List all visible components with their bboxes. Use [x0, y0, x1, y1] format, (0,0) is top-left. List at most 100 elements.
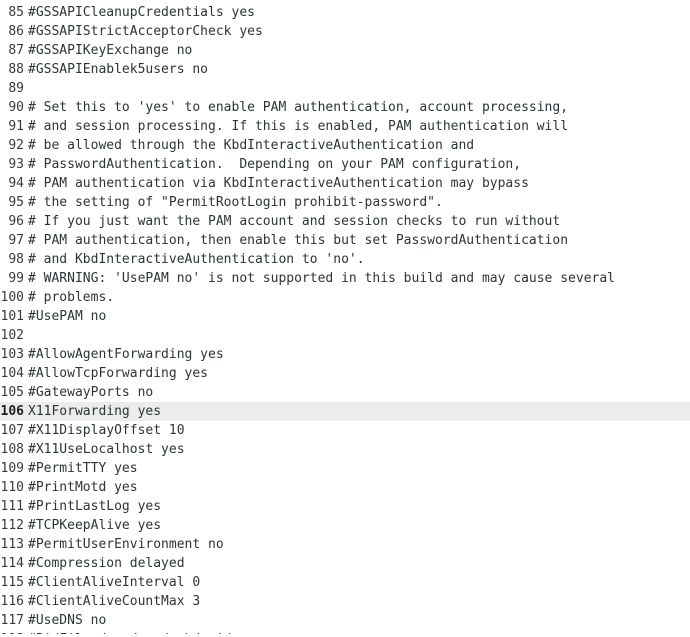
editor-line[interactable]: 115 #ClientAliveInterval 0 — [0, 573, 690, 592]
line-number: 101 — [0, 309, 24, 324]
line-text[interactable]: # and KbdInteractiveAuthentication to 'n… — [24, 250, 690, 269]
editor-line[interactable]: 102 — [0, 326, 690, 345]
editor-line[interactable]: 114 #Compression delayed — [0, 554, 690, 573]
line-text[interactable]: #PrintLastLog yes — [24, 497, 690, 516]
editor-line[interactable]: 110 #PrintMotd yes — [0, 478, 690, 497]
line-text[interactable]: #X11UseLocalhost yes — [24, 440, 690, 459]
line-text[interactable]: #X11DisplayOffset 10 — [24, 421, 690, 440]
line-number: 90 — [8, 100, 24, 115]
editor-line[interactable]: 111 #PrintLastLog yes — [0, 497, 690, 516]
line-number: 111 — [0, 499, 24, 514]
line-text[interactable]: # be allowed through the KbdInteractiveA… — [24, 136, 690, 155]
editor-line[interactable]: 94 # PAM authentication via KbdInteractiv… — [0, 174, 690, 193]
line-number: 87 — [8, 43, 24, 58]
line-number: 114 — [0, 556, 24, 571]
editor-line[interactable]: 93 # PasswordAuthentication. Depending on… — [0, 155, 690, 174]
line-number: 117 — [0, 613, 24, 628]
line-text[interactable]: #GSSAPIStrictAcceptorCheck yes — [24, 22, 690, 41]
line-text[interactable]: X11Forwarding yes — [24, 402, 690, 421]
editor-line[interactable]: 87 #GSSAPIKeyExchange no — [0, 41, 690, 60]
editor-line[interactable]: 109 #PermitTTY yes — [0, 459, 690, 478]
line-number: 85 — [8, 5, 24, 20]
line-text[interactable]: #GSSAPIEnablek5users no — [24, 60, 690, 79]
line-text[interactable]: #ClientAliveCountMax 3 — [24, 592, 690, 611]
editor-line[interactable]: 95 # the setting of "PermitRootLogin proh… — [0, 193, 690, 212]
line-number: 103 — [0, 347, 24, 362]
line-number: 106 — [0, 404, 24, 419]
line-text[interactable]: # and session processing. If this is ena… — [24, 117, 690, 136]
editor-line[interactable]: 86 #GSSAPIStrictAcceptorCheck yes — [0, 22, 690, 41]
line-number: 95 — [8, 195, 24, 210]
editor-line[interactable]: 97 # PAM authentication, then enable this… — [0, 231, 690, 250]
line-text[interactable] — [24, 79, 690, 98]
line-number: 86 — [8, 24, 24, 39]
line-number: 96 — [8, 214, 24, 229]
line-text[interactable]: #UsePAM no — [24, 307, 690, 326]
line-text[interactable]: # PasswordAuthentication. Depending on y… — [24, 155, 690, 174]
line-text[interactable]: # PAM authentication, then enable this b… — [24, 231, 690, 250]
line-text[interactable]: # problems. — [24, 288, 690, 307]
editor-line[interactable]: 101 #UsePAM no — [0, 307, 690, 326]
editor-lines[interactable]: 85 #GSSAPICleanupCredentials yes 86 #GSSAPI… — [0, 3, 690, 637]
line-text[interactable]: # the setting of "PermitRootLogin prohib… — [24, 193, 690, 212]
editor-line[interactable]: 91 # and session processing. If this is e… — [0, 117, 690, 136]
line-text[interactable]: #AllowTcpForwarding yes — [24, 364, 690, 383]
editor-line[interactable]: 98 # and KbdInteractiveAuthentication to … — [0, 250, 690, 269]
editor-line[interactable]: 105 #GatewayPorts no — [0, 383, 690, 402]
line-number: 105 — [0, 385, 24, 400]
line-number: 98 — [8, 252, 24, 267]
line-number: 89 — [8, 81, 24, 96]
line-number: 99 — [8, 271, 24, 286]
editor-line[interactable]: 100 # problems. — [0, 288, 690, 307]
editor-line[interactable]: 112 #TCPKeepAlive yes — [0, 516, 690, 535]
line-number: 108 — [0, 442, 24, 457]
editor-line[interactable]: 103 #AllowAgentForwarding yes — [0, 345, 690, 364]
editor-line[interactable]: 92 # be allowed through the KbdInteractiv… — [0, 136, 690, 155]
line-text[interactable]: #GSSAPIKeyExchange no — [24, 41, 690, 60]
line-number: 91 — [8, 119, 24, 134]
editor-line[interactable]: 96 # If you just want the PAM account and… — [0, 212, 690, 231]
line-number: 104 — [0, 366, 24, 381]
line-number: 113 — [0, 537, 24, 552]
line-number: 116 — [0, 594, 24, 609]
editor-line[interactable]: 117 #UseDNS no — [0, 611, 690, 630]
line-text[interactable]: # PAM authentication via KbdInteractiveA… — [24, 174, 690, 193]
text-editor[interactable]: 85 #GSSAPICleanupCredentials yes 86 #GSSAPI… — [0, 0, 690, 637]
editor-line[interactable]: 88 #GSSAPIEnablek5users no — [0, 60, 690, 79]
line-number: 97 — [8, 233, 24, 248]
line-number: 94 — [8, 176, 24, 191]
line-number: 102 — [0, 328, 24, 343]
line-text[interactable]: #AllowAgentForwarding yes — [24, 345, 690, 364]
line-number: 112 — [0, 518, 24, 533]
line-text[interactable]: # Set this to 'yes' to enable PAM authen… — [24, 98, 690, 117]
line-number: 92 — [8, 138, 24, 153]
line-text[interactable]: #ClientAliveInterval 0 — [24, 573, 690, 592]
editor-line[interactable]: 89 — [0, 79, 690, 98]
line-number: 88 — [8, 62, 24, 77]
line-number: 115 — [0, 575, 24, 590]
editor-line[interactable]: 90 # Set this to 'yes' to enable PAM auth… — [0, 98, 690, 117]
line-text[interactable]: # WARNING: 'UsePAM no' is not supported … — [24, 269, 690, 288]
line-text[interactable]: #UseDNS no — [24, 611, 690, 630]
line-text[interactable]: # If you just want the PAM account and s… — [24, 212, 690, 231]
line-number: 110 — [0, 480, 24, 495]
editor-line[interactable]: 99 # WARNING: 'UsePAM no' is not supporte… — [0, 269, 690, 288]
editor-line-current[interactable]: 106 X11Forwarding yes — [0, 402, 690, 421]
editor-line[interactable]: 85 #GSSAPICleanupCredentials yes — [0, 3, 690, 22]
line-text[interactable]: #GatewayPorts no — [24, 383, 690, 402]
line-number: 100 — [0, 290, 24, 305]
line-text[interactable]: #GSSAPICleanupCredentials yes — [24, 3, 690, 22]
editor-line[interactable]: 104 #AllowTcpForwarding yes — [0, 364, 690, 383]
line-text[interactable]: #PermitTTY yes — [24, 459, 690, 478]
line-text[interactable] — [24, 326, 690, 345]
line-number: 93 — [8, 157, 24, 172]
line-text[interactable]: #PrintMotd yes — [24, 478, 690, 497]
line-text[interactable]: #Compression delayed — [24, 554, 690, 573]
line-text[interactable]: #TCPKeepAlive yes — [24, 516, 690, 535]
line-text[interactable]: #PermitUserEnvironment no — [24, 535, 690, 554]
line-number: 107 — [0, 423, 24, 438]
editor-line[interactable]: 107 #X11DisplayOffset 10 — [0, 421, 690, 440]
editor-line[interactable]: 108 #X11UseLocalhost yes — [0, 440, 690, 459]
editor-line[interactable]: 116 #ClientAliveCountMax 3 — [0, 592, 690, 611]
editor-line[interactable]: 113 #PermitUserEnvironment no — [0, 535, 690, 554]
